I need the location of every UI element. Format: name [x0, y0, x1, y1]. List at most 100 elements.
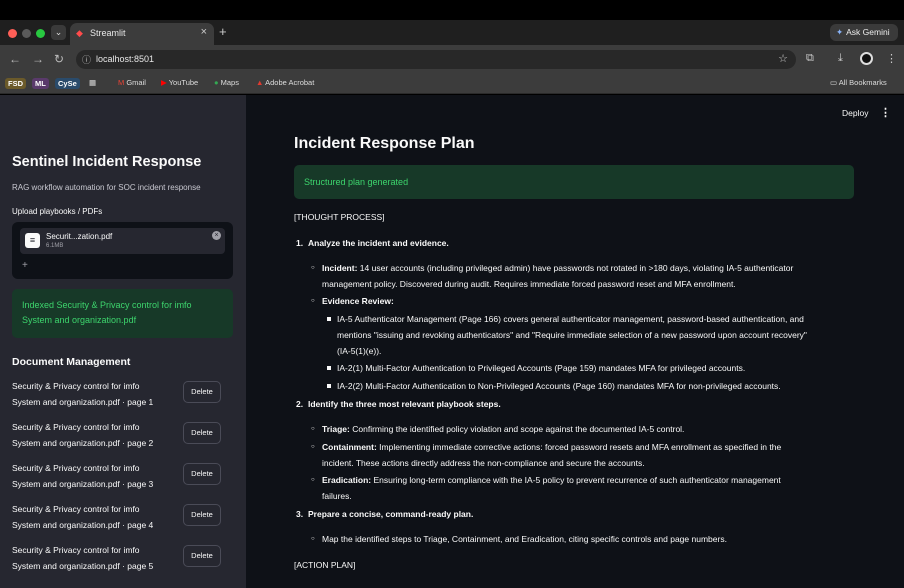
eradication-text: Eradication: Ensuring long-term complian…	[322, 475, 781, 485]
bookmark-maps[interactable]: ● Maps	[214, 78, 239, 87]
index-success-alert: Indexed Security & Privacy control for i…	[12, 289, 233, 338]
close-window-button[interactable]	[8, 29, 17, 38]
evidence-item-line: mentions "issuing and revoking authentic…	[337, 330, 807, 340]
action-plan-label: [ACTION PLAN]	[294, 560, 356, 570]
sidebar-title: Sentinel Incident Response	[12, 154, 202, 170]
browser-tab[interactable]: ◆ Streamlit ×	[70, 23, 214, 45]
incident-line2: management policy. Discovered during aud…	[322, 279, 736, 289]
bookmark-adobe-acrobat[interactable]: ▲ Adobe Acrobat	[256, 78, 314, 87]
delete-button[interactable]: Delete	[183, 381, 221, 403]
bookmark-star-icon[interactable]: ☆	[778, 52, 788, 65]
reload-icon[interactable]: ↻	[54, 52, 64, 66]
step-heading: Identify the three most relevant playboo…	[308, 399, 501, 409]
bookmark-ml[interactable]: ML	[32, 78, 49, 89]
bookmark-cyse[interactable]: CySe	[55, 78, 80, 89]
document-label-line1: Security & Privacy control for imfo	[12, 381, 140, 391]
evidence-item: IA-2(2) Multi-Factor Authentication to N…	[337, 381, 781, 391]
all-bookmarks[interactable]: ▭ All Bookmarks	[830, 78, 887, 87]
tab-title: Streamlit	[90, 28, 126, 38]
bookmark-gmail-label: Gmail	[126, 78, 146, 87]
delete-button[interactable]: Delete	[183, 422, 221, 444]
incident-label: Incident:	[322, 263, 358, 273]
deploy-button[interactable]: Deploy	[842, 108, 868, 118]
minimize-window-button[interactable]	[22, 29, 31, 38]
delete-button[interactable]: Delete	[183, 463, 221, 485]
sidebar: Sentinel Incident Response RAG workflow …	[0, 95, 246, 588]
youtube-icon: ▶	[161, 78, 167, 87]
bookmark-gmail[interactable]: M Gmail	[118, 78, 146, 87]
document-label: Security & Privacy control for imfo Syste…	[12, 419, 177, 451]
page-title: Incident Response Plan	[294, 135, 475, 152]
file-uploader[interactable]: ≡ Securit...zation.pdf 6.1MB × +	[12, 222, 233, 279]
evidence-item-line: (IA-5(1)(e)).	[337, 346, 382, 356]
bullet-icon: ○	[311, 477, 315, 483]
bullet-icon: ○	[311, 298, 315, 304]
eradication-line2: failures.	[322, 491, 352, 501]
gemini-icon: ✦	[836, 27, 844, 37]
bookmark-fsd[interactable]: FSD	[5, 78, 26, 89]
ask-gemini-label: Ask Gemini	[846, 27, 890, 37]
main-content: Deploy ⋮ Incident Response Plan Structur…	[246, 95, 904, 588]
incident-text: Incident: 14 user accounts (including pr…	[322, 263, 793, 273]
document-row: Security & Privacy control for imfo Syste…	[12, 542, 234, 580]
bookmark-maps-label: Maps	[220, 78, 239, 87]
browser-toolbar: ← → ↻ ⓘ localhost:8501 ☆ ⧉ ⤓ ⋮	[0, 45, 904, 74]
index-success-text: Indexed Security & Privacy control for i…	[22, 300, 192, 325]
bullet-icon: ○	[311, 265, 315, 271]
streamlit-icon: ◆	[76, 28, 83, 38]
containment-line1: Implementing immediate corrective action…	[379, 442, 782, 452]
url-text: localhost:8501	[96, 54, 155, 64]
containment-line2: incident. These actions directly address…	[322, 458, 645, 468]
delete-button[interactable]: Delete	[183, 545, 221, 567]
step-number: 3.	[296, 509, 304, 519]
document-label-line2: System and organization.pdf · page 2	[12, 438, 154, 448]
plan-success-alert: Structured plan generated	[294, 165, 854, 199]
downloads-icon[interactable]: ⤓	[838, 52, 843, 65]
map-steps-text: Map the identified steps to Triage, Cont…	[322, 534, 727, 544]
triage-label: Triage:	[322, 424, 350, 434]
back-icon[interactable]: ←	[9, 52, 21, 66]
apps-grid-icon[interactable]: ▦	[89, 78, 96, 87]
document-label-line1: Security & Privacy control for imfo	[12, 463, 140, 473]
bullet-icon: ○	[311, 444, 315, 450]
address-bar[interactable]: ⓘ localhost:8501 ☆	[76, 50, 796, 69]
tab-search-icon[interactable]: ⌄	[51, 25, 66, 40]
uploaded-file: ≡ Securit...zation.pdf 6.1MB ×	[20, 228, 225, 254]
thought-process-label: [THOUGHT PROCESS]	[294, 212, 385, 222]
extensions-icon[interactable]: ⧉	[806, 52, 814, 65]
document-row: Security & Privacy control for imfo Syste…	[12, 501, 234, 539]
bookmark-youtube-label: YouTube	[168, 78, 199, 87]
bookmarks-bar: FSD ML CySe ▦ M Gmail ▶ YouTube ● Maps ▲…	[0, 74, 904, 94]
ask-gemini-button[interactable]: ✦ Ask Gemini	[830, 24, 898, 41]
delete-button[interactable]: Delete	[183, 504, 221, 526]
step-heading: Analyze the incident and evidence.	[308, 238, 449, 248]
site-info-icon[interactable]: ⓘ	[82, 53, 91, 66]
browser-menu-icon[interactable]: ⋮	[886, 52, 897, 65]
file-name: Securit...zation.pdf	[46, 232, 113, 241]
square-bullet-icon	[327, 384, 331, 388]
forward-icon[interactable]: →	[32, 52, 44, 66]
maximize-window-button[interactable]	[36, 29, 45, 38]
new-tab-button[interactable]: +	[219, 24, 227, 39]
app-menu-icon[interactable]: ⋮	[880, 106, 891, 119]
remove-file-icon[interactable]: ×	[212, 231, 221, 240]
close-tab-icon[interactable]: ×	[201, 26, 207, 38]
bookmark-acrobat-label: Adobe Acrobat	[265, 78, 315, 87]
document-label: Security & Privacy control for imfo Syste…	[12, 460, 177, 492]
bookmark-youtube[interactable]: ▶ YouTube	[161, 78, 198, 87]
step-number: 1.	[296, 238, 304, 248]
evidence-item: IA-2(1) Multi-Factor Authentication to P…	[337, 363, 746, 373]
add-file-icon[interactable]: +	[22, 260, 28, 271]
maps-pin-icon: ●	[214, 78, 219, 87]
evidence-item: IA-5 Authenticator Management (Page 166)…	[337, 314, 804, 324]
profile-avatar[interactable]	[860, 52, 873, 65]
document-label-line2: System and organization.pdf · page 5	[12, 561, 154, 571]
document-management-heading: Document Management	[12, 356, 131, 368]
step-number: 2.	[296, 399, 304, 409]
document-label: Security & Privacy control for imfo Syste…	[12, 542, 177, 574]
sidebar-subtitle: RAG workflow automation for SOC incident…	[12, 183, 201, 192]
square-bullet-icon	[327, 366, 331, 370]
triage-text: Triage: Confirming the identified policy…	[322, 424, 684, 434]
eradication-label: Eradication:	[322, 475, 372, 485]
file-size: 6.1MB	[46, 243, 64, 249]
